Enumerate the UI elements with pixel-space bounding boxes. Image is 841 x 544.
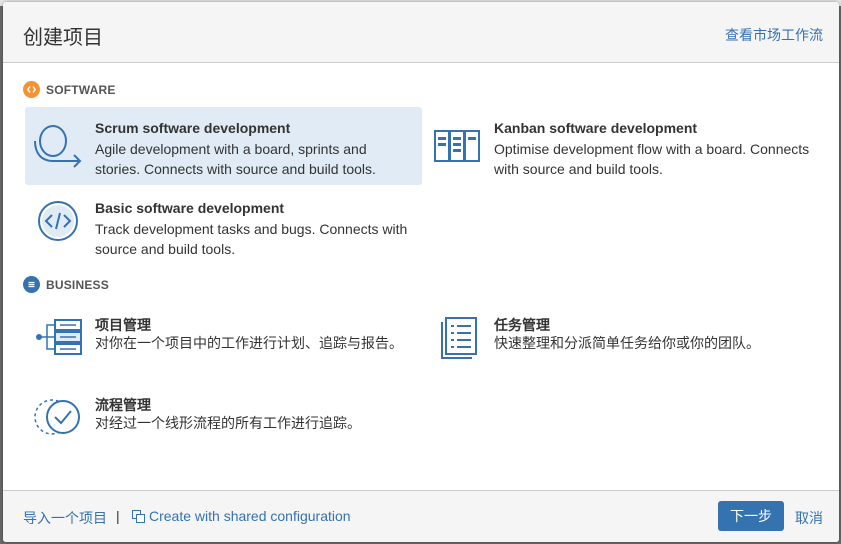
- tile-title: Kanban software development: [494, 120, 698, 136]
- copy-icon: [132, 509, 145, 523]
- tile-description: Optimise development flow with a board. …: [494, 141, 810, 177]
- section-software: SOFTWARE: [23, 81, 116, 98]
- shared-config-label: Create with shared configuration: [149, 508, 351, 524]
- tile-description: Track development tasks and bugs. Connec…: [95, 221, 408, 257]
- software-badge-icon: [23, 81, 40, 98]
- tile-scrum[interactable]: Scrum software development Agile develop…: [25, 107, 422, 185]
- tile-task-management[interactable]: 任务管理 快速整理和分派简单任务给你或你的团队。: [424, 302, 821, 380]
- tile-title: Basic software development: [95, 200, 285, 216]
- task-list-icon: [441, 317, 477, 359]
- project-management-icon: [36, 319, 82, 355]
- import-project-link[interactable]: 导入一个项目: [23, 508, 107, 528]
- code-icon: [38, 201, 78, 241]
- tile-title: 项目管理: [95, 318, 151, 334]
- dialog-header: 创建项目 查看市场工作流: [3, 2, 839, 63]
- tile-description: 快速整理和分派简单任务给你或你的团队。: [494, 336, 760, 352]
- tile-description: Agile development with a board, sprints …: [95, 141, 376, 177]
- scrum-cycle-icon: [34, 125, 82, 168]
- tile-basic[interactable]: Basic software development Track develop…: [25, 187, 422, 265]
- next-button[interactable]: 下一步: [718, 501, 784, 531]
- kanban-board-icon: [434, 130, 480, 162]
- tile-title: Scrum software development: [95, 120, 291, 136]
- dialog-footer: 导入一个项目 | Create with shared configuratio…: [3, 490, 839, 542]
- tile-description: 对你在一个项目中的工作进行计划、追踪与报告。: [95, 336, 403, 352]
- section-label: SOFTWARE: [46, 82, 116, 97]
- tile-description: 对经过一个线形流程的所有工作进行追踪。: [95, 416, 361, 432]
- tile-title: 流程管理: [95, 398, 151, 414]
- tile-title: 任务管理: [494, 318, 550, 334]
- tile-kanban[interactable]: Kanban software development Optimise dev…: [424, 107, 821, 185]
- dialog-title: 创建项目: [23, 25, 103, 49]
- marketplace-workflows-link[interactable]: 查看市场工作流: [725, 25, 823, 45]
- footer-separator: |: [116, 508, 120, 524]
- tile-process-management[interactable]: 流程管理 对经过一个线形流程的所有工作进行追踪。: [25, 382, 422, 460]
- create-project-dialog: 创建项目 查看市场工作流 SOFTWARE Scrum software dev…: [3, 2, 839, 542]
- section-business: BUSINESS: [23, 276, 109, 293]
- tile-project-management[interactable]: 项目管理 对你在一个项目中的工作进行计划、追踪与报告。: [25, 302, 422, 380]
- business-badge-icon: [23, 276, 40, 293]
- cancel-link[interactable]: 取消: [795, 508, 823, 528]
- create-shared-config-link[interactable]: Create with shared configuration: [132, 508, 351, 524]
- process-check-icon: [34, 399, 80, 435]
- section-label: BUSINESS: [46, 277, 109, 292]
